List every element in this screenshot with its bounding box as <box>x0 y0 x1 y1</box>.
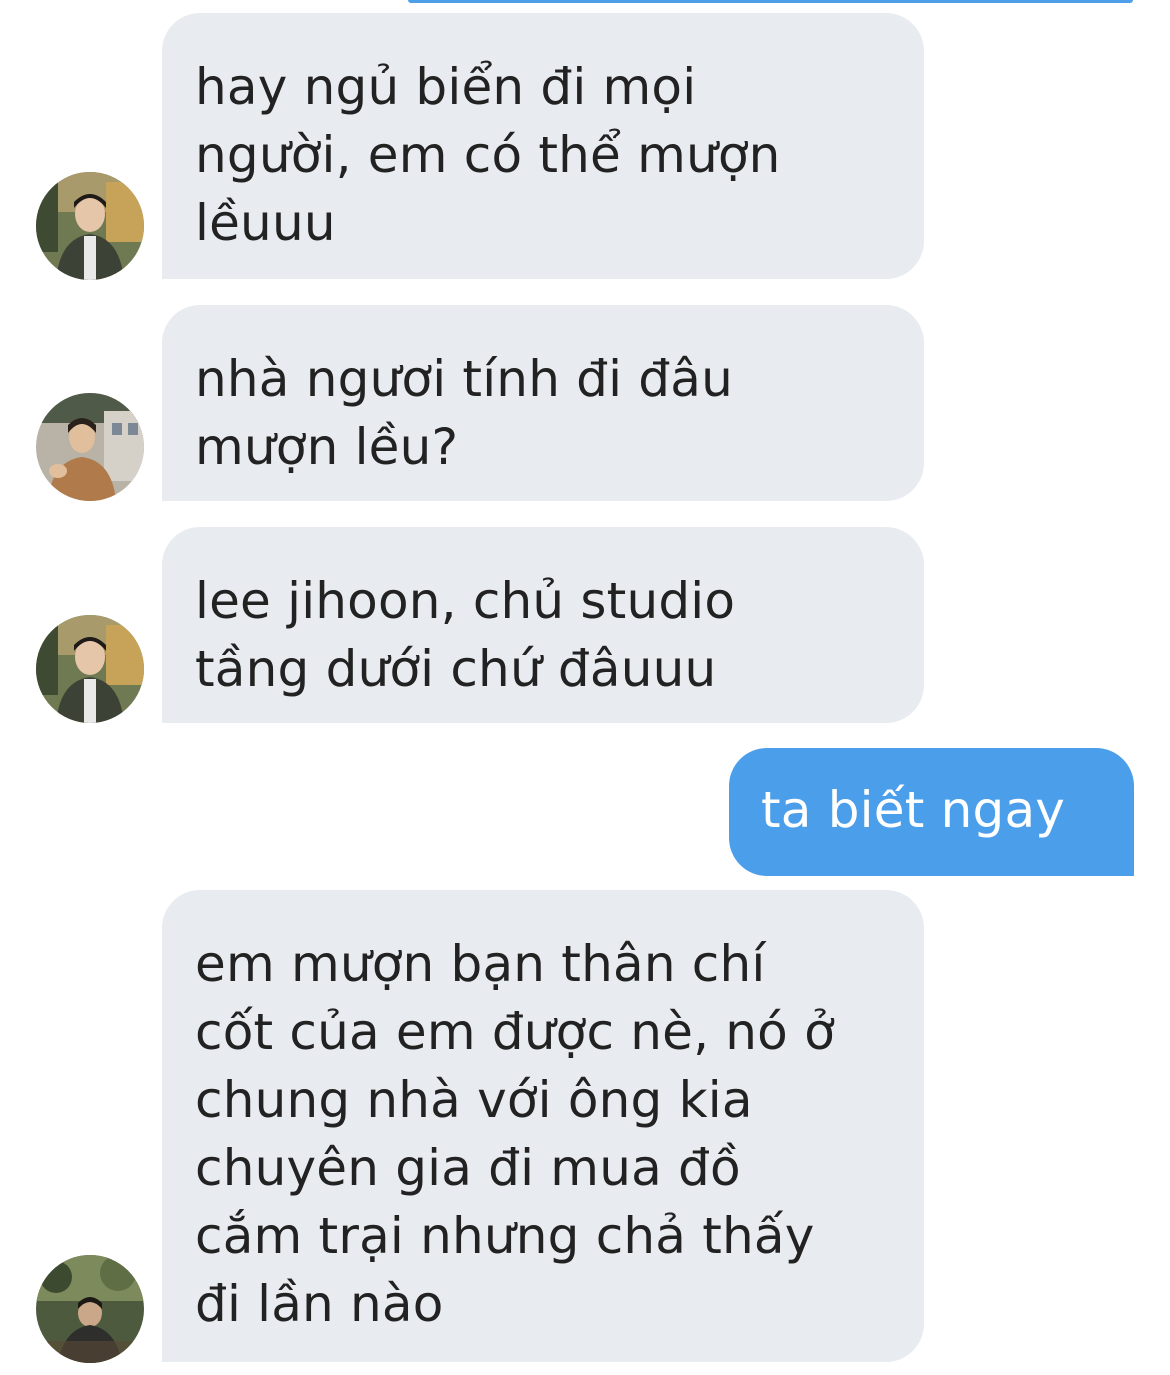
message-bubble-incoming[interactable]: nhà ngươi tính đi đâu mượn lều? <box>162 305 924 501</box>
sender-avatar[interactable] <box>36 393 144 501</box>
message-text-line: chung nhà với ông kia <box>195 1071 753 1129</box>
message-text-line: lềuuu <box>195 194 336 252</box>
message-text-line: nhà ngươi tính đi đâu <box>195 350 733 408</box>
message-text-line: hay ngủ biển đi mọi <box>195 58 697 116</box>
message-text-line: người, em có thể mượn <box>195 126 781 184</box>
message-text-line: đi lần nào <box>195 1275 444 1333</box>
message-text-line: ta biết ngay <box>761 781 1066 839</box>
message-bubble-outgoing[interactable]: ta biết ngay <box>729 748 1134 876</box>
message-text-line: mượn lều? <box>195 418 459 476</box>
message-bubble-incoming[interactable]: hay ngủ biển đi mọi người, em có thể mượ… <box>162 13 924 279</box>
message-text-line: em mượn bạn thân chí <box>195 935 766 993</box>
message-text-line: cốt của em được nè, nó ở <box>195 1003 835 1061</box>
avatar-photo-icon <box>36 393 144 501</box>
avatar-photo-icon <box>36 615 144 723</box>
sender-avatar[interactable] <box>36 1255 144 1363</box>
avatar-photo-icon <box>36 1255 144 1363</box>
avatar-photo-icon <box>36 172 144 280</box>
sender-avatar[interactable] <box>36 172 144 280</box>
message-text-line: cắm trại nhưng chả thấy <box>195 1207 815 1265</box>
message-text-line: lee jihoon, chủ studio <box>195 572 736 630</box>
message-bubble-incoming[interactable]: em mượn bạn thân chí cốt của em được nè,… <box>162 890 924 1362</box>
message-text-line: chuyên gia đi mua đồ <box>195 1139 741 1197</box>
sender-avatar[interactable] <box>36 615 144 723</box>
previous-outgoing-bubble-edge <box>408 0 1133 3</box>
message-bubble-incoming[interactable]: lee jihoon, chủ studio tầng dưới chứ đâu… <box>162 527 924 723</box>
message-text-line: tầng dưới chứ đâuuu <box>195 640 717 698</box>
